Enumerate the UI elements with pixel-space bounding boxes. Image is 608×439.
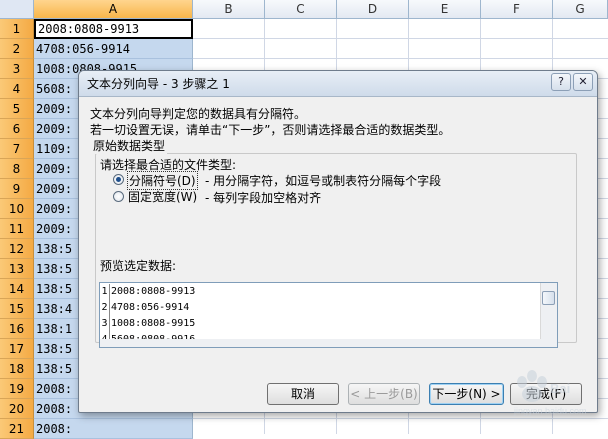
preview-row-number: 3: [100, 316, 110, 332]
row-header[interactable]: 1: [0, 19, 34, 39]
cancel-button[interactable]: 取消: [267, 383, 339, 405]
cell[interactable]: 2008:: [34, 419, 193, 439]
row-header[interactable]: 10: [0, 199, 34, 219]
cell[interactable]: 4708:056-9914: [34, 39, 193, 59]
row-header[interactable]: 8: [0, 159, 34, 179]
row-header[interactable]: 16: [0, 319, 34, 339]
row-header[interactable]: 15: [0, 299, 34, 319]
fixed-width-label[interactable]: 固定宽度(W): [128, 188, 197, 205]
row-header[interactable]: 17: [0, 339, 34, 359]
row-header[interactable]: 6: [0, 119, 34, 139]
help-button[interactable]: ?: [551, 73, 571, 91]
preview-pane[interactable]: 1 2008:0808-9913 2 4708:056-9914 3 1008:…: [99, 282, 558, 348]
intro-text-line1: 文本分列向导判定您的数据具有分隔符。: [90, 107, 307, 121]
preview-vertical-scrollbar[interactable]: [540, 283, 557, 347]
column-header-g[interactable]: G: [553, 0, 608, 19]
preview-horizontal-scrollbar[interactable]: [100, 339, 541, 347]
select-all-corner[interactable]: [0, 0, 34, 19]
preview-label: 预览选定数据:: [100, 259, 177, 273]
svg-text:jingyan.baidu.com: jingyan.baidu.com: [513, 406, 587, 416]
next-button[interactable]: 下一步(N) >: [429, 383, 504, 405]
preview-row: 1 2008:0808-9913: [100, 284, 540, 300]
scrollbar-thumb[interactable]: [542, 291, 555, 305]
row-header[interactable]: 11: [0, 219, 34, 239]
column-header-f[interactable]: F: [481, 0, 553, 19]
preview-row-text: 2008:0808-9913: [111, 286, 196, 297]
preview-row-number: 2: [100, 300, 110, 316]
preview-row-number: 1: [100, 284, 110, 300]
close-button[interactable]: ✕: [573, 73, 593, 91]
row-header[interactable]: 18: [0, 359, 34, 379]
fixed-width-radio[interactable]: [113, 191, 124, 202]
cell-a1[interactable]: 2008:0808-9913: [34, 19, 193, 39]
delimited-radio[interactable]: [113, 174, 124, 185]
delimited-description: - 用分隔字符，如逗号或制表符分隔每个字段: [205, 174, 442, 188]
column-header-d[interactable]: D: [337, 0, 409, 19]
row-header[interactable]: 5: [0, 99, 34, 119]
column-header-c[interactable]: C: [265, 0, 337, 19]
preview-row: 2 4708:056-9914: [100, 300, 540, 316]
row-header[interactable]: 7: [0, 139, 34, 159]
row-header[interactable]: 3: [0, 59, 34, 79]
row-header[interactable]: 9: [0, 179, 34, 199]
preview-row: 3 1008:0808-9915: [100, 316, 540, 332]
svg-text:Bai: Bai: [550, 381, 570, 396]
baidu-jingyan-watermark: Bai jingyan.baidu.com: [513, 370, 587, 416]
row-header[interactable]: 4: [0, 79, 34, 99]
column-header-b[interactable]: B: [193, 0, 265, 19]
row-header[interactable]: 14: [0, 279, 34, 299]
row-header[interactable]: 13: [0, 259, 34, 279]
row-header[interactable]: 19: [0, 379, 34, 399]
dialog-titlebar[interactable]: 文本分列向导 - 3 步骤之 1 ? ✕: [79, 71, 597, 97]
dialog-title: 文本分列向导 - 3 步骤之 1: [87, 77, 230, 91]
intro-text-line2: 若一切设置无误，请单击“下一步”，否则请选择最合适的数据类型。: [90, 123, 451, 137]
back-button[interactable]: < 上一步(B): [348, 383, 420, 405]
column-header-a[interactable]: A: [34, 0, 193, 19]
preview-row-text: 1008:0808-9915: [111, 318, 196, 329]
row-header[interactable]: 21: [0, 419, 34, 439]
row-header[interactable]: 2: [0, 39, 34, 59]
column-header-e[interactable]: E: [409, 0, 481, 19]
row-header[interactable]: 20: [0, 399, 34, 419]
preview-row-text: 4708:056-9914: [111, 302, 190, 313]
fixed-width-description: - 每列字段加空格对齐: [205, 191, 322, 205]
group-title: 原始数据类型: [91, 137, 168, 154]
row-header[interactable]: 12: [0, 239, 34, 259]
